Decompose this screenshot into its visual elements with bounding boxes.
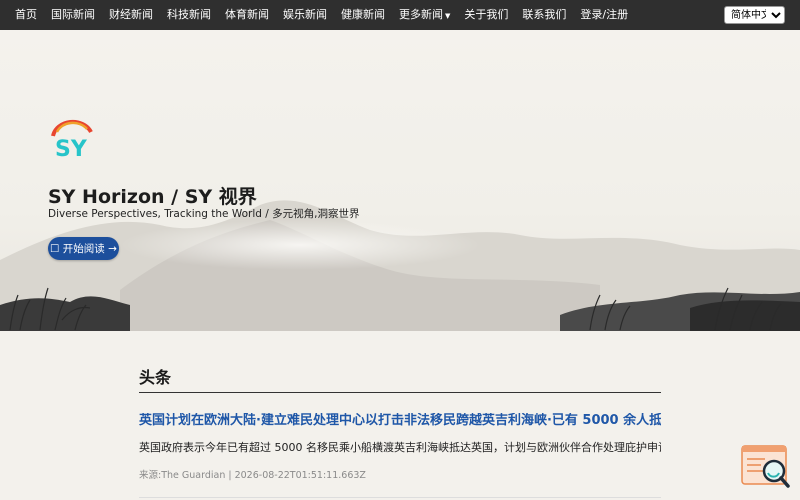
nav-item-sports[interactable]: 体育新闻: [218, 0, 276, 30]
start-reading-button[interactable]: ☐ 开始阅读 →: [48, 237, 119, 260]
nav-item-tech[interactable]: 科技新闻: [160, 0, 218, 30]
nav-item-finance[interactable]: 财经新闻: [102, 0, 160, 30]
nav-item-about[interactable]: 关于我们: [457, 0, 515, 30]
site-subtitle: Diverse Perspectives, Tracking the World…: [48, 208, 360, 220]
site-title: SY Horizon / SY 视界: [48, 186, 257, 208]
section-title-headlines: 头条: [139, 364, 661, 393]
nav-item-contact[interactable]: 联系我们: [515, 0, 573, 30]
nav-item-international[interactable]: 国际新闻: [44, 0, 102, 30]
news-meta: 来源:The Guardian | 2026-08-22T01:51:11.66…: [139, 470, 366, 481]
main-content: 头条 英国计划在欧洲大陆·建立难民处理中心以打击非法移民跨越英吉利海峡·已有 5…: [139, 331, 661, 498]
ink-landscape-illustration: [0, 200, 800, 331]
nav-item-home[interactable]: 首页: [8, 0, 44, 30]
nav-more-label: 更多新闻: [399, 7, 443, 21]
nav-item-more-dropdown[interactable]: 更多新闻 ▼: [392, 0, 457, 31]
news-list-item: 英国计划在欧洲大陆·建立难民处理中心以打击非法移民跨越英吉利海峡·已有 5000…: [139, 413, 661, 498]
logo-text: SY: [55, 137, 88, 162]
search-document-icon[interactable]: [741, 445, 791, 490]
language-select[interactable]: 简体中文: [724, 6, 785, 24]
news-title-link[interactable]: 英国计划在欧洲大陆·建立难民处理中心以打击非法移民跨越英吉利海峡·已有 5000…: [139, 413, 661, 429]
news-description: 英国政府表示今年已有超过 5000 名移民乘小船横渡英吉利海峡抵达英国，计划与欧…: [139, 441, 661, 454]
top-navigation-bar: 首页 国际新闻 财经新闻 科技新闻 体育新闻 娱乐新闻 健康新闻 更多新闻 ▼ 关…: [0, 0, 800, 30]
hero-banner: SY SY Horizon / SY 视界 Diverse Perspectiv…: [0, 30, 800, 331]
nav-item-login[interactable]: 登录/注册: [573, 0, 635, 30]
sy-logo: SY: [51, 119, 93, 162]
nav-item-health[interactable]: 健康新闻: [334, 0, 392, 30]
nav-items: 首页 国际新闻 财经新闻 科技新闻 体育新闻 娱乐新闻 健康新闻 更多新闻 ▼ 关…: [0, 0, 635, 31]
news-divider: [139, 497, 661, 498]
caret-down-icon: ▼: [445, 11, 451, 20]
nav-item-entertainment[interactable]: 娱乐新闻: [276, 0, 334, 30]
